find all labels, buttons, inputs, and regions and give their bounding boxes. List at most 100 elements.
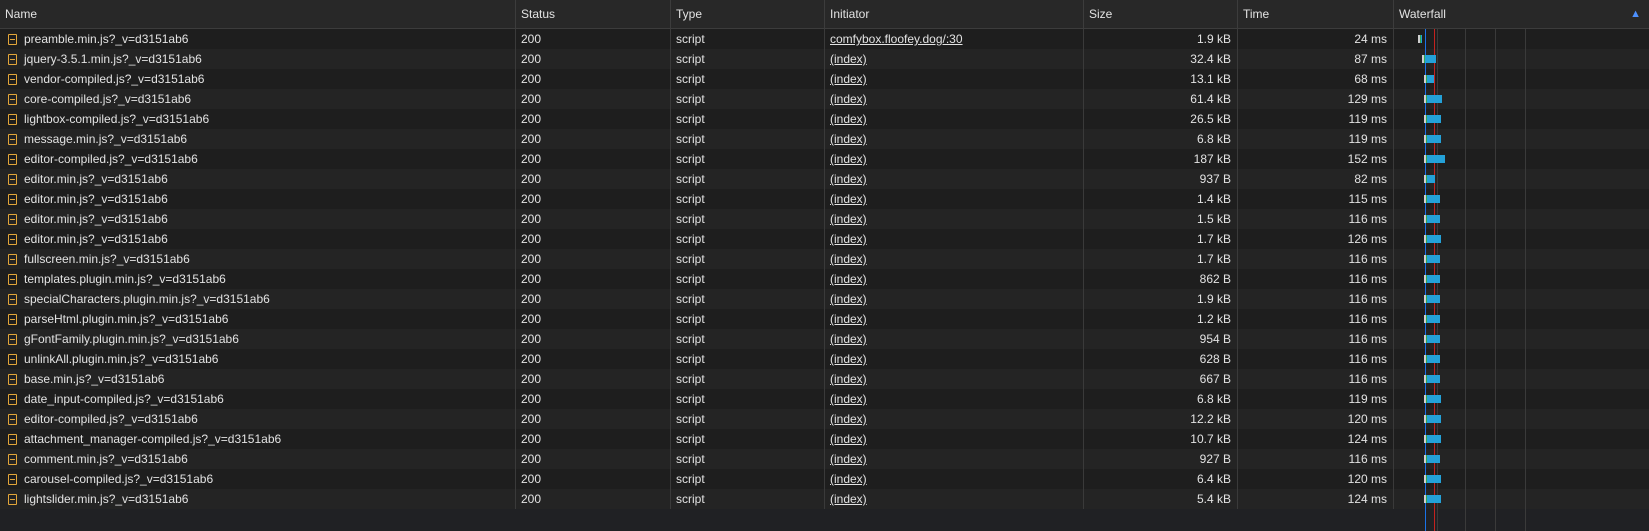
initiator-link[interactable]: (index) xyxy=(830,72,867,86)
cell-name[interactable]: carousel-compiled.js?_v=d3151ab6 xyxy=(0,469,516,489)
cell-name[interactable]: comment.min.js?_v=d3151ab6 xyxy=(0,449,516,469)
cell-status: 200 xyxy=(516,349,671,369)
table-row[interactable]: lightbox-compiled.js?_v=d3151ab6 200 scr… xyxy=(0,109,1649,129)
script-file-icon xyxy=(8,233,17,245)
table-row[interactable]: comment.min.js?_v=d3151ab6 200 script (i… xyxy=(0,449,1649,469)
initiator-link[interactable]: (index) xyxy=(830,192,867,206)
column-header-waterfall[interactable]: Waterfall ▲ xyxy=(1394,0,1649,28)
initiator-link[interactable]: (index) xyxy=(830,232,867,246)
cell-initiator: (index) xyxy=(825,389,1084,409)
column-header-initiator[interactable]: Initiator xyxy=(825,0,1084,28)
cell-name[interactable]: date_input-compiled.js?_v=d3151ab6 xyxy=(0,389,516,409)
table-row[interactable]: editor-compiled.js?_v=d3151ab6 200 scrip… xyxy=(0,149,1649,169)
cell-type: script xyxy=(671,149,825,169)
initiator-link[interactable]: (index) xyxy=(830,152,867,166)
table-row[interactable]: editor-compiled.js?_v=d3151ab6 200 scrip… xyxy=(0,409,1649,429)
initiator-link[interactable]: (index) xyxy=(830,312,867,326)
request-name: editor-compiled.js?_v=d3151ab6 xyxy=(24,412,198,426)
waterfall-label: Waterfall xyxy=(1399,7,1446,21)
column-header-time[interactable]: Time xyxy=(1238,0,1394,28)
cell-time: 120 ms xyxy=(1238,409,1394,429)
table-row[interactable]: date_input-compiled.js?_v=d3151ab6 200 s… xyxy=(0,389,1649,409)
table-row[interactable]: fullscreen.min.js?_v=d3151ab6 200 script… xyxy=(0,249,1649,269)
initiator-link[interactable]: (index) xyxy=(830,452,867,466)
cell-time: 126 ms xyxy=(1238,229,1394,249)
cell-waterfall xyxy=(1394,309,1649,329)
initiator-link[interactable]: comfybox.floofey.dog/:30 xyxy=(830,32,963,46)
initiator-link[interactable]: (index) xyxy=(830,292,867,306)
column-header-size[interactable]: Size xyxy=(1084,0,1238,28)
initiator-link[interactable]: (index) xyxy=(830,272,867,286)
table-row[interactable]: unlinkAll.plugin.min.js?_v=d3151ab6 200 … xyxy=(0,349,1649,369)
initiator-link[interactable]: (index) xyxy=(830,92,867,106)
cell-name[interactable]: preamble.min.js?_v=d3151ab6 xyxy=(0,29,516,49)
table-row[interactable]: lightslider.min.js?_v=d3151ab6 200 scrip… xyxy=(0,489,1649,509)
table-row[interactable]: message.min.js?_v=d3151ab6 200 script (i… xyxy=(0,129,1649,149)
cell-type: script xyxy=(671,409,825,429)
initiator-link[interactable]: (index) xyxy=(830,472,867,486)
initiator-link[interactable]: (index) xyxy=(830,172,867,186)
table-row[interactable]: specialCharacters.plugin.min.js?_v=d3151… xyxy=(0,289,1649,309)
cell-waterfall xyxy=(1394,49,1649,69)
table-row[interactable]: editor.min.js?_v=d3151ab6 200 script (in… xyxy=(0,189,1649,209)
initiator-link[interactable]: (index) xyxy=(830,212,867,226)
table-row[interactable]: templates.plugin.min.js?_v=d3151ab6 200 … xyxy=(0,269,1649,289)
cell-name[interactable]: attachment_manager-compiled.js?_v=d3151a… xyxy=(0,429,516,449)
cell-name[interactable]: lightslider.min.js?_v=d3151ab6 xyxy=(0,489,516,509)
table-row[interactable]: attachment_manager-compiled.js?_v=d3151a… xyxy=(0,429,1649,449)
cell-name[interactable]: jquery-3.5.1.min.js?_v=d3151ab6 xyxy=(0,49,516,69)
initiator-link[interactable]: (index) xyxy=(830,372,867,386)
cell-name[interactable]: gFontFamily.plugin.min.js?_v=d3151ab6 xyxy=(0,329,516,349)
cell-time: 129 ms xyxy=(1238,89,1394,109)
cell-name[interactable]: specialCharacters.plugin.min.js?_v=d3151… xyxy=(0,289,516,309)
cell-type: script xyxy=(671,329,825,349)
cell-name[interactable]: editor.min.js?_v=d3151ab6 xyxy=(0,209,516,229)
cell-name[interactable]: fullscreen.min.js?_v=d3151ab6 xyxy=(0,249,516,269)
table-row[interactable]: editor.min.js?_v=d3151ab6 200 script (in… xyxy=(0,229,1649,249)
cell-waterfall xyxy=(1394,109,1649,129)
table-row[interactable]: jquery-3.5.1.min.js?_v=d3151ab6 200 scri… xyxy=(0,49,1649,69)
table-row[interactable]: editor.min.js?_v=d3151ab6 200 script (in… xyxy=(0,169,1649,189)
cell-size: 1.9 kB xyxy=(1084,289,1238,309)
initiator-link[interactable]: (index) xyxy=(830,492,867,506)
table-row[interactable]: editor.min.js?_v=d3151ab6 200 script (in… xyxy=(0,209,1649,229)
column-header-status[interactable]: Status xyxy=(516,0,671,28)
initiator-link[interactable]: (index) xyxy=(830,252,867,266)
column-header-name[interactable]: Name xyxy=(0,0,516,28)
table-row[interactable]: core-compiled.js?_v=d3151ab6 200 script … xyxy=(0,89,1649,109)
cell-name[interactable]: message.min.js?_v=d3151ab6 xyxy=(0,129,516,149)
initiator-link[interactable]: (index) xyxy=(830,412,867,426)
cell-name[interactable]: parseHtml.plugin.min.js?_v=d3151ab6 xyxy=(0,309,516,329)
initiator-link[interactable]: (index) xyxy=(830,332,867,346)
cell-name[interactable]: lightbox-compiled.js?_v=d3151ab6 xyxy=(0,109,516,129)
cell-name[interactable]: unlinkAll.plugin.min.js?_v=d3151ab6 xyxy=(0,349,516,369)
cell-name[interactable]: editor.min.js?_v=d3151ab6 xyxy=(0,169,516,189)
request-name: parseHtml.plugin.min.js?_v=d3151ab6 xyxy=(24,312,229,326)
initiator-link[interactable]: (index) xyxy=(830,112,867,126)
table-row[interactable]: gFontFamily.plugin.min.js?_v=d3151ab6 20… xyxy=(0,329,1649,349)
column-header-type[interactable]: Type xyxy=(671,0,825,28)
cell-name[interactable]: editor.min.js?_v=d3151ab6 xyxy=(0,189,516,209)
script-file-icon xyxy=(8,273,17,285)
initiator-link[interactable]: (index) xyxy=(830,352,867,366)
table-row[interactable]: parseHtml.plugin.min.js?_v=d3151ab6 200 … xyxy=(0,309,1649,329)
cell-size: 1.2 kB xyxy=(1084,309,1238,329)
table-row[interactable]: vendor-compiled.js?_v=d3151ab6 200 scrip… xyxy=(0,69,1649,89)
table-row[interactable]: base.min.js?_v=d3151ab6 200 script (inde… xyxy=(0,369,1649,389)
cell-name[interactable]: editor-compiled.js?_v=d3151ab6 xyxy=(0,149,516,169)
request-name: carousel-compiled.js?_v=d3151ab6 xyxy=(24,472,214,486)
initiator-link[interactable]: (index) xyxy=(830,52,867,66)
table-row[interactable]: preamble.min.js?_v=d3151ab6 200 script c… xyxy=(0,29,1649,49)
cell-name[interactable]: core-compiled.js?_v=d3151ab6 xyxy=(0,89,516,109)
initiator-link[interactable]: (index) xyxy=(830,432,867,446)
cell-status: 200 xyxy=(516,129,671,149)
cell-name[interactable]: templates.plugin.min.js?_v=d3151ab6 xyxy=(0,269,516,289)
cell-status: 200 xyxy=(516,249,671,269)
cell-name[interactable]: editor.min.js?_v=d3151ab6 xyxy=(0,229,516,249)
initiator-link[interactable]: (index) xyxy=(830,392,867,406)
cell-name[interactable]: base.min.js?_v=d3151ab6 xyxy=(0,369,516,389)
table-row[interactable]: carousel-compiled.js?_v=d3151ab6 200 scr… xyxy=(0,469,1649,489)
cell-name[interactable]: vendor-compiled.js?_v=d3151ab6 xyxy=(0,69,516,89)
cell-name[interactable]: editor-compiled.js?_v=d3151ab6 xyxy=(0,409,516,429)
initiator-link[interactable]: (index) xyxy=(830,132,867,146)
